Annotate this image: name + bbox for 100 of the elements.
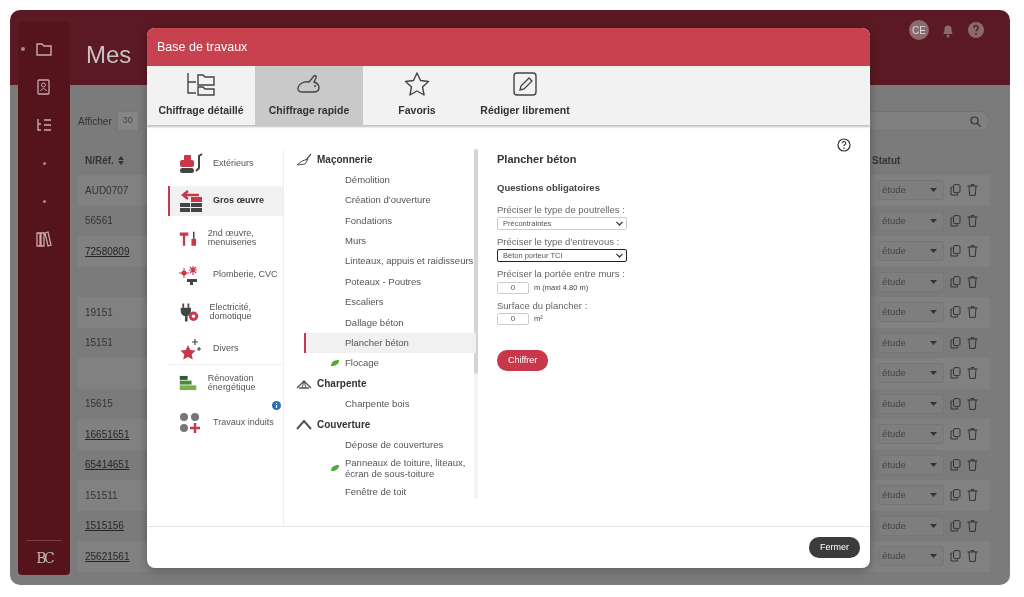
trash-icon[interactable] — [967, 519, 978, 532]
copy-icon[interactable] — [950, 245, 961, 258]
help-icon[interactable] — [967, 21, 985, 39]
trash-icon[interactable] — [967, 428, 978, 441]
category-item[interactable]: Rénovation énergétique — [168, 364, 283, 401]
reference-link[interactable]: 16651651 — [85, 428, 130, 440]
reference-link[interactable]: 72580809 — [85, 245, 130, 257]
caret-icon — [930, 554, 937, 559]
tree-item[interactable]: Création d'ouverture — [304, 189, 476, 211]
submit-button[interactable]: Chiffrer — [497, 349, 549, 372]
dots-plus-icon — [179, 412, 203, 434]
search-icon[interactable] — [970, 115, 981, 127]
reference-text: 151511 — [85, 489, 118, 501]
number-field[interactable]: 0 — [497, 312, 529, 325]
trash-icon[interactable] — [967, 367, 978, 380]
trash-icon[interactable] — [967, 550, 978, 563]
reference-link[interactable]: 65414651 — [85, 459, 130, 471]
copy-icon[interactable] — [950, 519, 961, 532]
tree-item[interactable]: Dallage béton — [304, 312, 476, 333]
tree-item[interactable]: Démolition — [304, 169, 476, 190]
star-icon — [402, 71, 432, 98]
copy-icon[interactable] — [950, 458, 961, 471]
tree-group-label[interactable]: Couverture — [317, 416, 371, 432]
category-label: Gros œuvre — [213, 196, 264, 206]
show-label: Afficher — [78, 114, 112, 129]
copy-icon[interactable] — [950, 397, 961, 410]
category-item[interactable]: Travaux induits — [168, 408, 283, 438]
reference-link[interactable]: 1515156 — [85, 520, 124, 532]
dot-icon[interactable] — [42, 161, 46, 165]
copy-icon[interactable] — [950, 367, 961, 380]
category-item[interactable]: Divers — [168, 334, 283, 364]
close-button[interactable]: Fermer — [809, 536, 860, 559]
tree-item[interactable]: Murs — [304, 230, 476, 251]
tab[interactable]: Rédiger librement — [471, 66, 579, 125]
tree-item[interactable]: Poteaux - Poutres — [304, 271, 476, 292]
dot-icon[interactable] — [42, 199, 46, 203]
tree-group-label[interactable]: Charpente — [317, 376, 367, 391]
copy-icon[interactable] — [950, 184, 961, 197]
tree-item[interactable]: Panneaux de toiture, liteaux, écran de sous-toiture — [304, 454, 476, 482]
tree-item[interactable]: Charpente bois — [304, 393, 476, 415]
tree-item[interactable]: Plancher béton — [304, 332, 476, 353]
tree-item[interactable]: Fondations — [304, 210, 476, 231]
trash-icon[interactable] — [967, 489, 978, 502]
tab[interactable]: Chiffrage rapide — [255, 66, 363, 125]
tree-item[interactable]: Escaliers — [304, 291, 476, 313]
caret-icon — [930, 249, 937, 254]
copy-icon[interactable] — [950, 428, 961, 441]
category-item[interactable]: Extérieurs — [168, 149, 283, 179]
category-label: Extérieurs — [213, 159, 254, 169]
copy-icon[interactable] — [950, 306, 961, 319]
scrollbar[interactable] — [474, 149, 478, 499]
reference-text: 19151 — [85, 306, 113, 318]
bricks-icon — [179, 190, 203, 212]
copy-icon[interactable] — [950, 275, 961, 288]
category-item[interactable]: 2nd œuvre, menuiseries — [168, 223, 283, 253]
category-item[interactable]: Electricité, domotique — [168, 297, 283, 327]
caret-icon — [930, 188, 937, 193]
tree-group-label[interactable]: Maçonnerie — [317, 151, 373, 167]
trash-icon[interactable] — [967, 214, 978, 227]
category-item[interactable]: Gros œuvre — [168, 186, 283, 216]
machine-icon — [179, 153, 203, 175]
copy-icon[interactable] — [950, 489, 961, 502]
help-button[interactable] — [837, 138, 851, 152]
category-label: Travaux induits — [213, 418, 274, 428]
field-label: Surface du plancher : — [497, 298, 589, 313]
section-heading: Questions obligatoires — [497, 180, 601, 195]
trash-icon[interactable] — [967, 336, 978, 349]
user-avatar[interactable]: CE — [909, 20, 929, 40]
caret-icon — [930, 523, 937, 528]
logo[interactable]: BC — [36, 551, 52, 565]
number-field[interactable]: 0 — [497, 281, 529, 294]
caret-icon — [930, 493, 937, 498]
caret-icon — [930, 401, 937, 406]
trash-icon[interactable] — [967, 306, 978, 319]
tab[interactable]: Chiffrage détaillé — [147, 66, 255, 125]
contact-card-icon[interactable] — [35, 78, 53, 96]
reference-text: 15151 — [85, 337, 113, 349]
tree-item[interactable]: Flocage — [304, 352, 476, 374]
trash-icon[interactable] — [967, 397, 978, 410]
tree-item[interactable]: Dépose de couvertures — [304, 434, 476, 455]
copy-icon[interactable] — [950, 550, 961, 563]
copy-icon[interactable] — [950, 336, 961, 349]
trash-icon[interactable] — [967, 275, 978, 288]
books-icon[interactable] — [35, 230, 53, 248]
trowel-icon — [296, 152, 312, 167]
dialog-title: Base de travaux — [147, 28, 870, 66]
category-item[interactable]: Plomberie, CVC — [168, 260, 283, 290]
list-icon[interactable] — [35, 116, 53, 134]
copy-icon[interactable] — [950, 214, 961, 227]
tab[interactable]: Favoris — [363, 66, 471, 125]
tree-item[interactable]: Linteaux, appuis et raidisseurs — [304, 250, 476, 272]
trash-icon[interactable] — [967, 458, 978, 471]
trash-icon[interactable] — [967, 184, 978, 197]
caret-icon — [930, 340, 937, 345]
trash-icon[interactable] — [967, 245, 978, 258]
sort-icon[interactable] — [117, 155, 124, 165]
caret-icon — [930, 371, 937, 376]
tree-item[interactable]: Fenêtre de toit — [304, 481, 476, 503]
folder-icon[interactable] — [35, 40, 53, 58]
reference-link[interactable]: 25621561 — [85, 550, 130, 562]
